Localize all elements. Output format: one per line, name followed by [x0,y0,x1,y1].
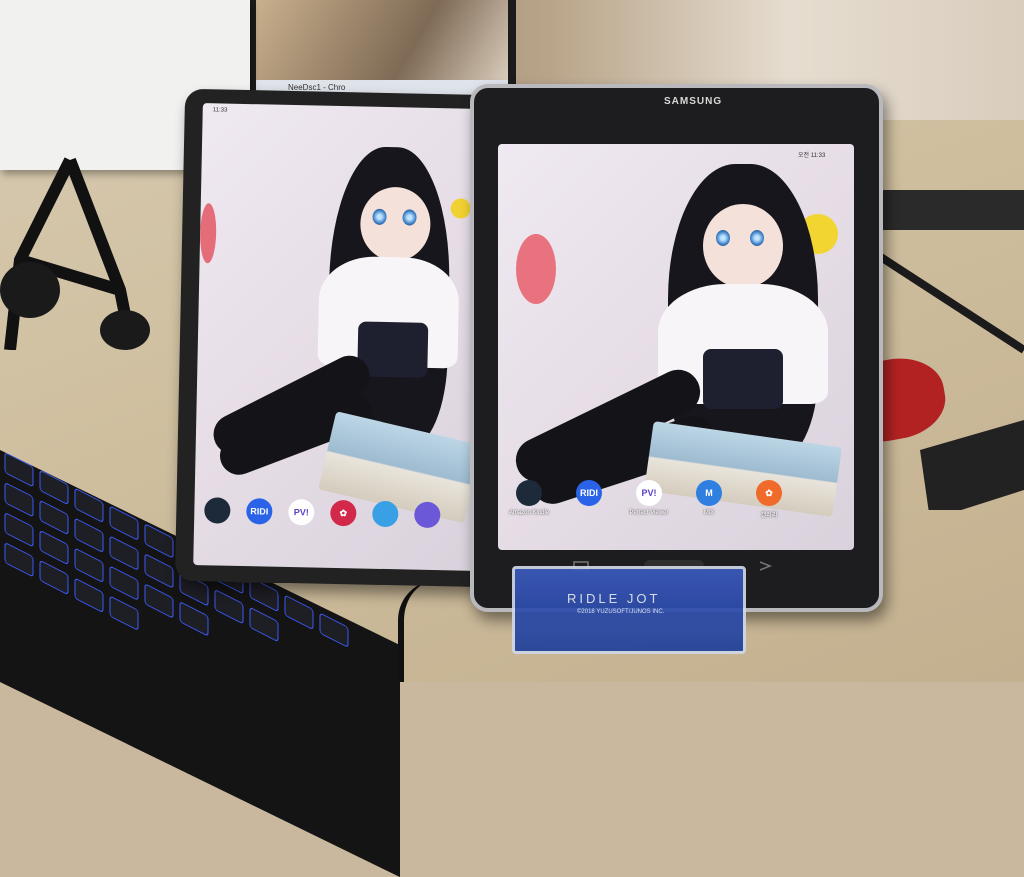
flower-decoration [199,203,217,264]
doll-eye-left [716,230,730,246]
tablet-stand-card: RIDLE JOT ©2018 YUZUSOFT/JUNOS INC. [512,566,746,654]
book-stack [644,421,842,517]
ridi-icon[interactable]: RIDI [576,480,602,506]
yellow-flower [450,198,471,219]
charging-cable [398,580,444,682]
gallery-icon[interactable]: ✿ [756,480,782,506]
samsung-logo: SAMSUNG [664,96,723,107]
back-key[interactable] [759,561,773,571]
doll-eye-right [750,230,764,246]
left-tablet: 11:33 RIDI PV! ✿ [174,88,504,588]
left-tablet-screen[interactable]: 11:33 RIDI PV! ✿ [193,103,487,571]
app-label: Amazon Kindle [508,510,550,516]
samsung-internet-icon[interactable] [414,501,441,529]
perfect-viewer-icon[interactable]: PV! [636,480,662,506]
app-label: MiX [703,510,715,516]
kindle-icon[interactable] [516,480,542,506]
right-tablet: 오전 11:33 Amazon Kindle RIDI PV! Perfect Vie… [470,84,883,612]
laptop-stand [0,157,150,350]
doll-corset [703,349,783,409]
mix-icon[interactable]: M [696,480,722,506]
app-label: Perfect Viewer [629,510,669,516]
left-status-time: 11:33 [212,107,228,114]
gallery-icon[interactable]: ✿ [330,499,357,527]
right-tablet-screen[interactable]: 오전 11:33 Amazon Kindle RIDI PV! Perfect Vie… [498,144,854,550]
perfect-viewer-icon[interactable]: PV! [288,498,315,526]
ridi-icon[interactable]: RIDI [246,498,273,525]
kindle-icon[interactable] [204,497,231,524]
app-label: 갤러리 [760,513,778,519]
doll-face [703,204,783,288]
stand-card-subtitle: ©2018 YUZUSOFT/JUNOS INC. [577,609,665,615]
stand-card-title: RIDLE JOT [567,591,661,606]
right-status-time: 오전 11:33 [798,153,826,159]
flower-decoration [516,234,556,304]
left-app-dock: RIDI PV! ✿ [203,103,487,529]
weather-icon[interactable] [372,500,399,528]
monitor-stand [870,190,1024,510]
